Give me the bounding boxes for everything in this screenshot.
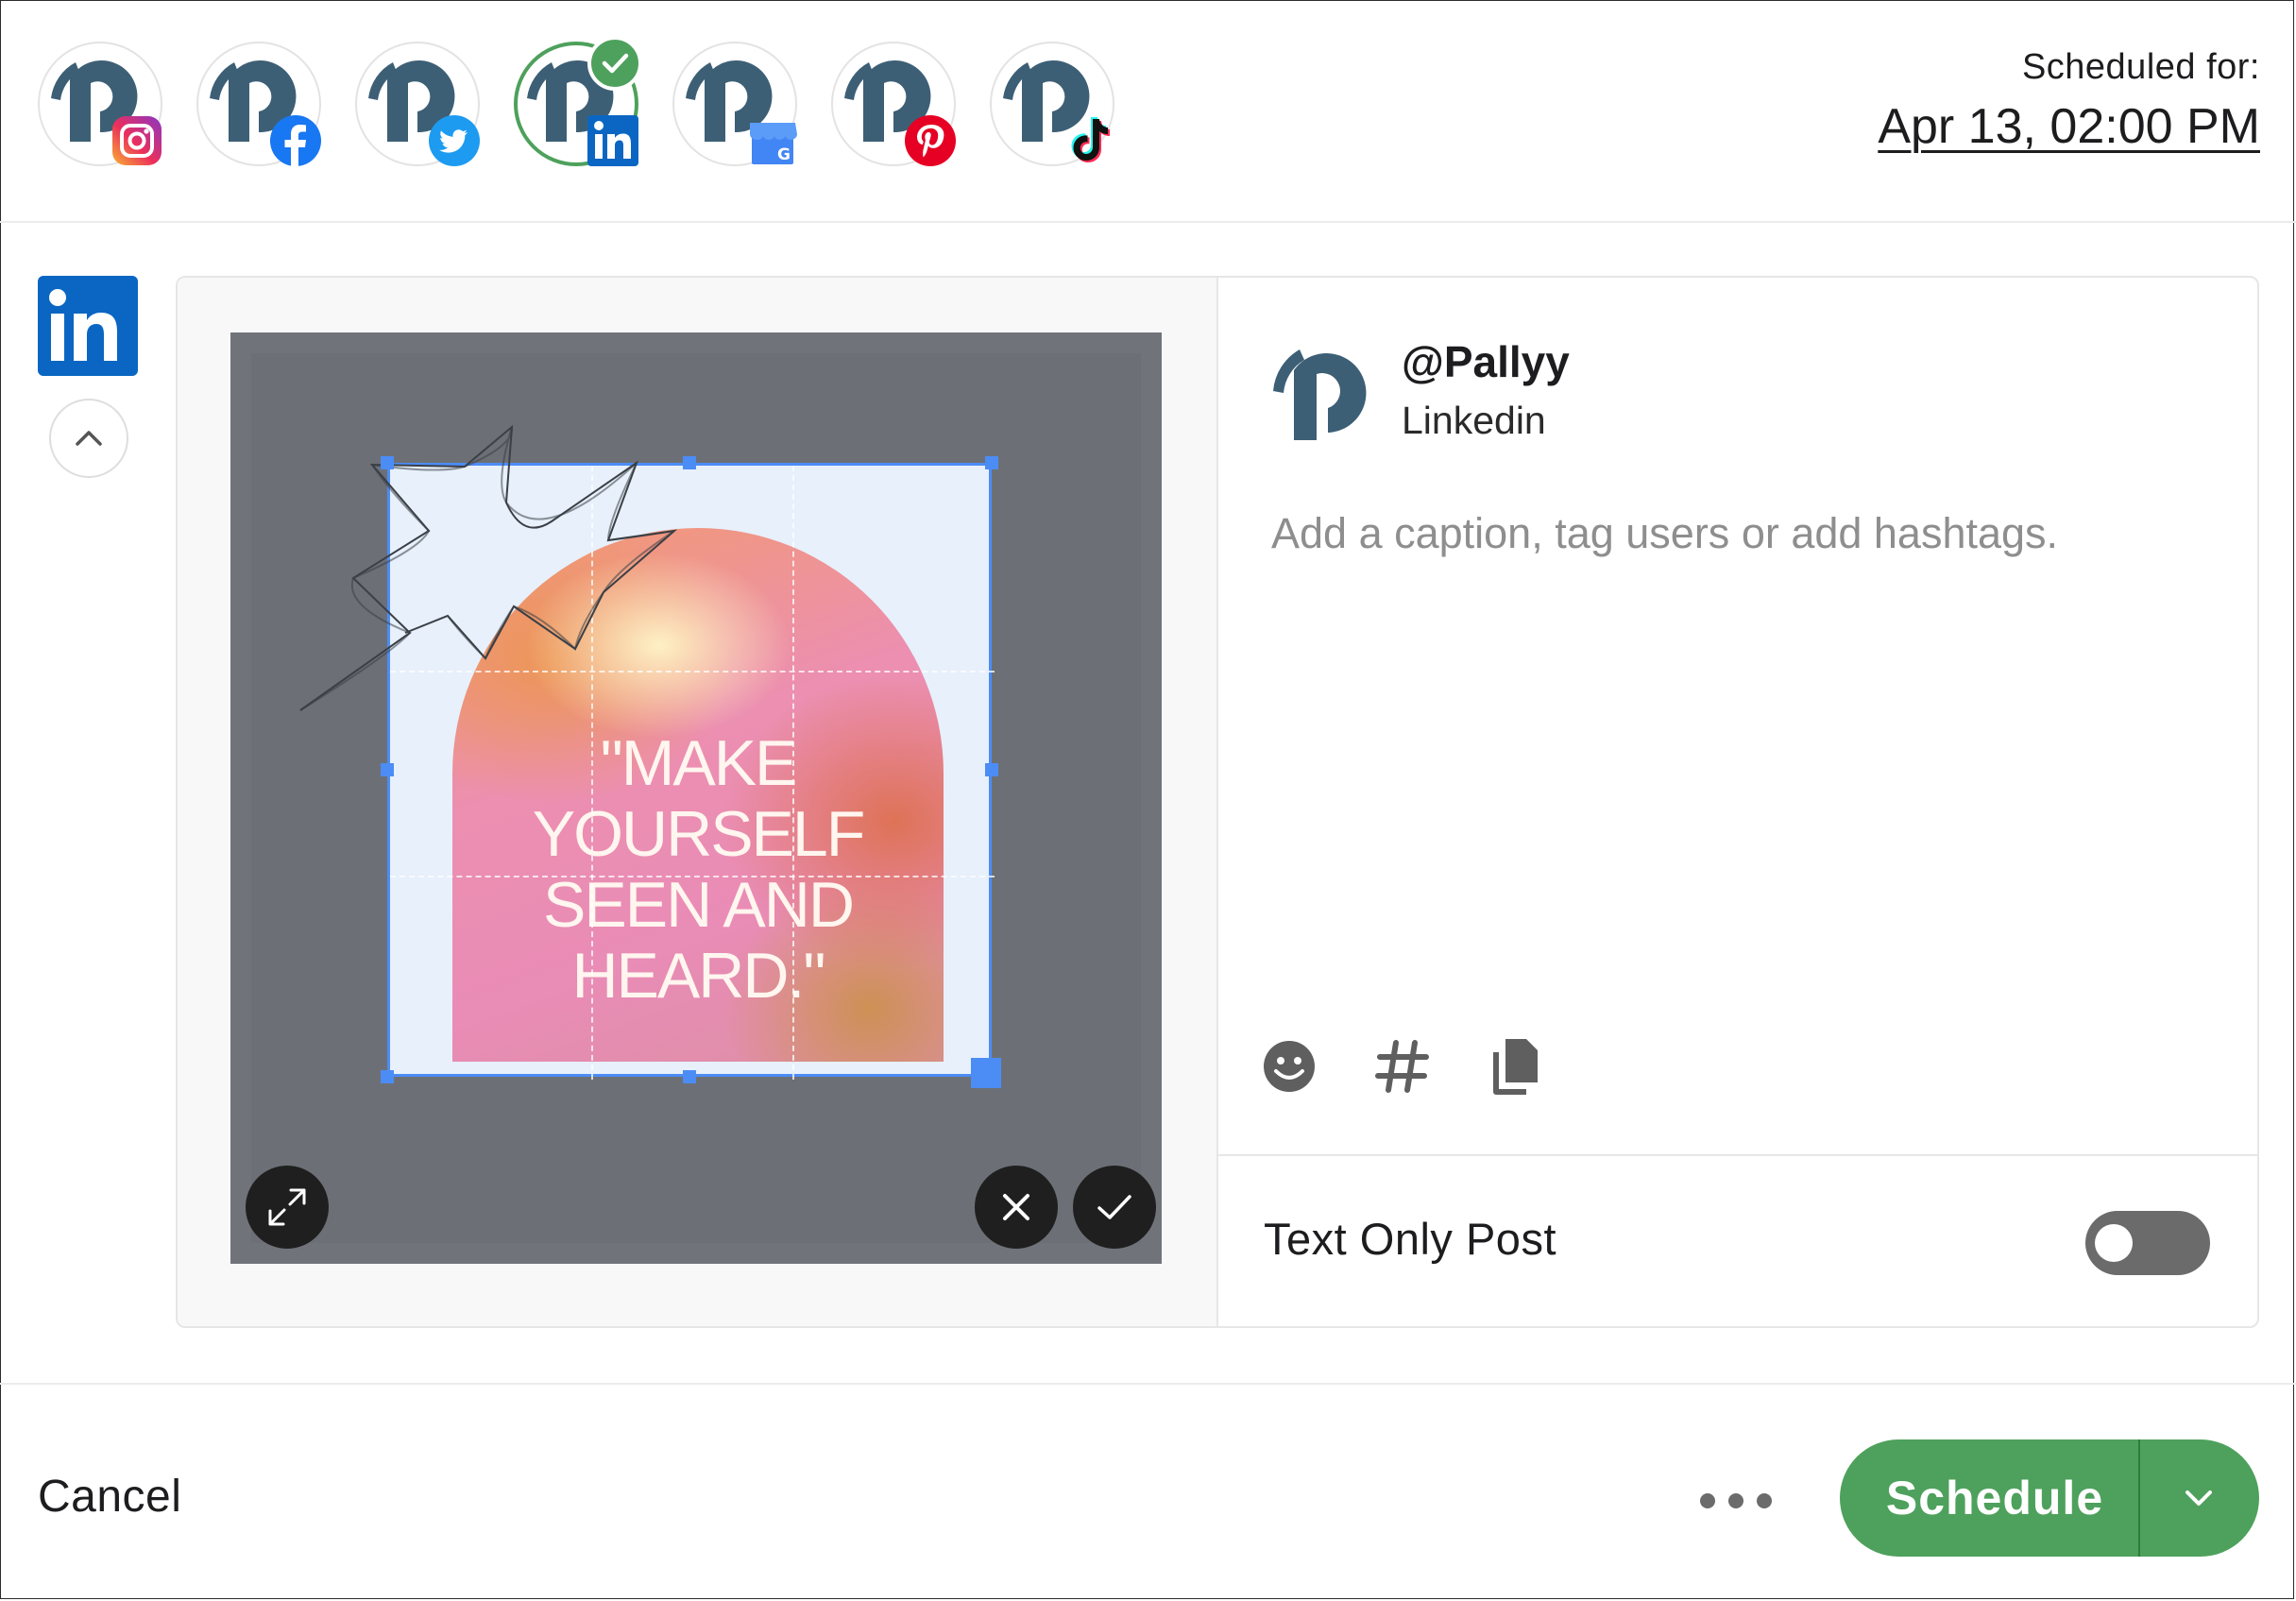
google-business-icon: G (750, 123, 797, 164)
pinterest-icon (905, 115, 956, 166)
media-pane: "MAKE YOURSELF SEEN AND HEARD." (178, 278, 1218, 1326)
account-handle: @Pallyy (1402, 337, 1570, 386)
cancel-button[interactable]: Cancel (38, 1471, 181, 1523)
schedule-button[interactable]: Schedule (1840, 1439, 2138, 1557)
collapse-button[interactable] (49, 399, 128, 478)
selected-check-icon (587, 36, 642, 91)
profile-avatar (1269, 338, 1379, 448)
account-twitter[interactable] (355, 42, 480, 166)
emoji-icon (1264, 1041, 1315, 1092)
post-details-pane: @Pallyy Linkedin Text Only Post (1216, 278, 2257, 1326)
twitter-icon (429, 115, 480, 166)
account-network: Linkedin (1402, 399, 1546, 442)
account-header: G Scheduled for: Apr 13, 02:00 PM (0, 0, 2296, 223)
crop-handle[interactable] (381, 763, 394, 776)
check-icon (1097, 1195, 1131, 1219)
confirm-crop-button[interactable] (1073, 1166, 1156, 1249)
account-instagram[interactable] (38, 42, 162, 166)
scheduled-date-link[interactable]: Apr 13, 02:00 PM (1878, 98, 2260, 155)
text-only-post-toggle[interactable] (2085, 1211, 2210, 1275)
crop-handle[interactable] (683, 456, 696, 469)
crop-handle[interactable] (985, 763, 998, 776)
post-editor-card: "MAKE YOURSELF SEEN AND HEARD." @Pallyy … (176, 276, 2259, 1328)
crop-handle[interactable] (683, 1070, 696, 1083)
cancel-crop-button[interactable] (975, 1166, 1058, 1249)
toggle-knob (2095, 1224, 2133, 1262)
emoji-button[interactable] (1256, 1033, 1322, 1099)
crop-handle[interactable] (985, 456, 998, 469)
footer-divider (0, 1383, 2296, 1385)
text-only-post-label: Text Only Post (1264, 1214, 1556, 1264)
expand-icon (268, 1188, 306, 1226)
scheduled-for-label: Scheduled for: (2021, 47, 2260, 87)
section-divider (1216, 1154, 2257, 1156)
svg-text:G: G (777, 145, 791, 164)
tiktok-icon (1071, 117, 1110, 162)
more-horizontal-icon (1757, 1493, 1772, 1508)
linkedin-icon (587, 115, 638, 166)
account-linkedin[interactable] (514, 36, 642, 166)
schedule-options-dropdown[interactable] (2140, 1439, 2259, 1557)
account-tiktok[interactable] (990, 42, 1114, 166)
more-options-button[interactable] (1698, 1489, 1774, 1513)
linkedin-icon (38, 276, 138, 376)
account-google-business[interactable]: G (672, 42, 797, 166)
starburst-doodle (299, 424, 678, 711)
close-icon (1003, 1194, 1029, 1220)
crop-resize-handle[interactable] (971, 1058, 1001, 1088)
image-crop-area[interactable]: "MAKE YOURSELF SEEN AND HEARD." (230, 332, 1162, 1264)
chevron-up-icon (76, 431, 102, 446)
facebook-icon (270, 115, 321, 166)
hashtag-icon (1375, 1040, 1429, 1093)
more-horizontal-icon (1700, 1493, 1715, 1508)
copy-button[interactable] (1483, 1033, 1549, 1099)
expand-button[interactable] (246, 1166, 329, 1249)
hashtag-button[interactable] (1369, 1033, 1436, 1099)
account-pinterest[interactable] (831, 42, 956, 166)
copy-icon (1493, 1039, 1538, 1095)
account-facebook[interactable] (196, 42, 321, 166)
instagram-icon (112, 116, 162, 165)
crop-handle[interactable] (381, 456, 394, 469)
crop-handle[interactable] (381, 1070, 394, 1083)
more-horizontal-icon (1728, 1493, 1743, 1508)
chevron-down-icon (2185, 1490, 2212, 1506)
caption-input[interactable] (1269, 508, 2218, 559)
